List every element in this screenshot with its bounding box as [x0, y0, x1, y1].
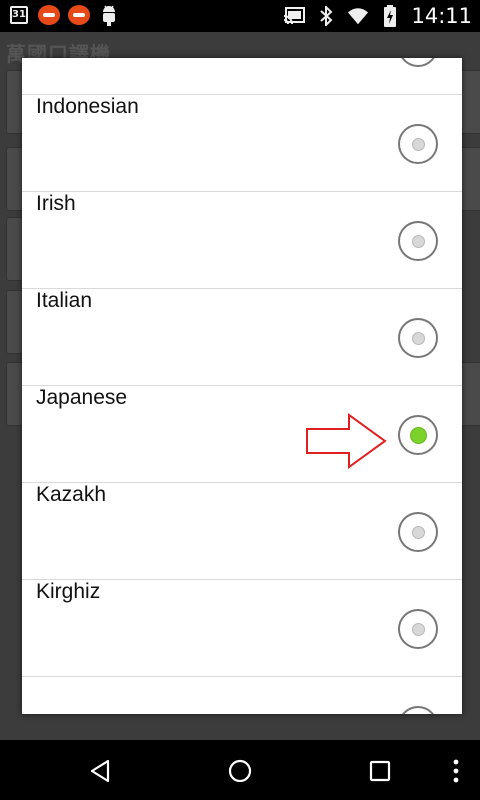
radio-button[interactable]	[398, 58, 438, 67]
list-item[interactable]: Kirghiz	[22, 580, 462, 677]
list-item[interactable]: Irish	[22, 192, 462, 289]
radio-button-checked[interactable]	[398, 415, 438, 455]
radio-button[interactable]	[398, 706, 438, 714]
app-notification-icon	[68, 4, 90, 26]
language-picker-dialog: Indonesian Irish Italian Japanese Kazakh…	[22, 58, 462, 714]
list-item-selected[interactable]: Japanese	[22, 386, 462, 483]
system-icons: 14:11	[283, 4, 472, 28]
cast-icon	[283, 5, 306, 27]
language-label: Italian	[36, 289, 93, 312]
language-list[interactable]: Indonesian Irish Italian Japanese Kazakh…	[22, 58, 462, 714]
radio-button[interactable]	[398, 221, 438, 261]
list-item[interactable]: Italian	[22, 289, 462, 386]
radio-button[interactable]	[398, 318, 438, 358]
app-notification-icon	[38, 4, 60, 26]
android-debug-icon	[98, 4, 120, 26]
home-icon[interactable]	[225, 756, 255, 786]
language-label: Kirghiz	[36, 580, 101, 603]
radio-button[interactable]	[398, 124, 438, 164]
radio-button[interactable]	[398, 609, 438, 649]
calendar-day: 31	[10, 6, 28, 24]
list-item[interactable]: Indonesian	[22, 95, 462, 192]
list-item[interactable]	[22, 58, 462, 95]
status-bar: 31 14:11	[0, 0, 480, 32]
language-label: Kazakh	[36, 483, 107, 506]
language-label: Japanese	[36, 386, 128, 409]
bluetooth-icon	[315, 5, 337, 27]
notification-icons: 31	[8, 4, 120, 26]
language-label: Irish	[36, 192, 76, 215]
list-item[interactable]: Kazakh	[22, 483, 462, 580]
radio-button[interactable]	[398, 512, 438, 552]
recents-icon[interactable]	[365, 756, 395, 786]
clock: 14:11	[411, 4, 472, 28]
overflow-menu-icon[interactable]	[441, 756, 471, 786]
calendar-icon: 31	[8, 4, 30, 26]
navigation-bar	[0, 740, 480, 800]
back-icon[interactable]	[85, 756, 115, 786]
language-label: Indonesian	[36, 95, 139, 118]
battery-charging-icon	[379, 5, 401, 27]
list-item[interactable]	[22, 677, 462, 714]
annotation-arrow-icon	[306, 413, 387, 469]
wifi-icon	[347, 5, 369, 27]
